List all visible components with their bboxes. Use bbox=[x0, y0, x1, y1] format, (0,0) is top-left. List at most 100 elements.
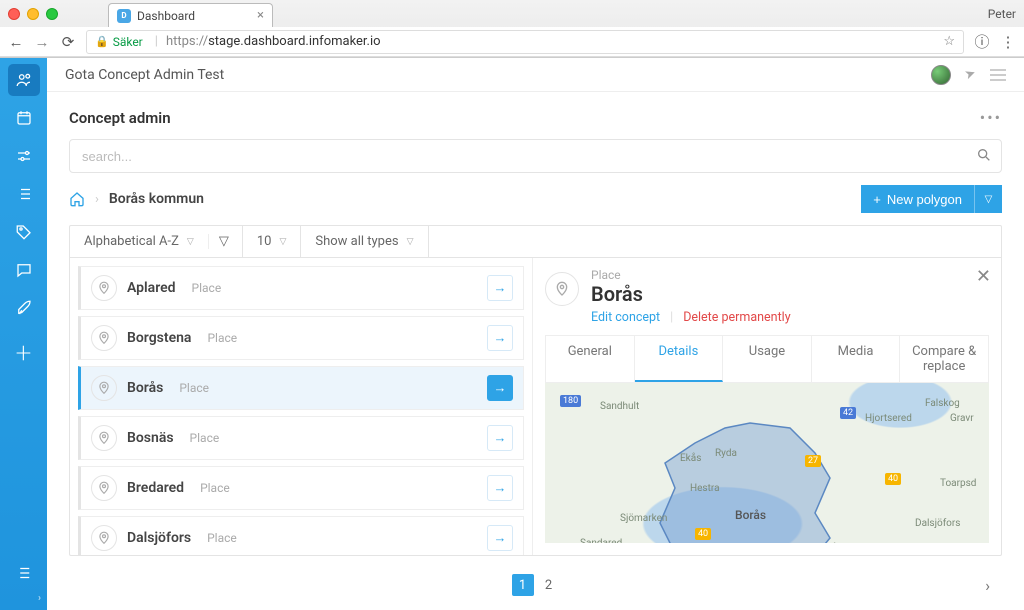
filter-bar: Alphabetical A-Z▽ ▽ 10▽ Show all types▽ bbox=[70, 226, 1001, 258]
detail-title: Borås bbox=[591, 282, 791, 306]
page-button[interactable]: 1 bbox=[512, 574, 534, 596]
list-item[interactable]: Borgstena Place → bbox=[78, 316, 524, 360]
browser-chrome: D Dashboard × Peter ← → ⟳ 🔒 Säker | http… bbox=[0, 0, 1024, 58]
items-list: Aplared Place → Borgstena Place → Borås … bbox=[70, 258, 532, 555]
avatar[interactable] bbox=[931, 65, 951, 85]
sidebar-item-tag[interactable] bbox=[8, 216, 40, 248]
tab-close-icon[interactable]: × bbox=[257, 8, 264, 23]
map-city-label: Borås bbox=[735, 508, 766, 522]
sidebar-item-sliders[interactable] bbox=[8, 140, 40, 172]
chevron-down-icon[interactable]: ▽ bbox=[208, 234, 228, 249]
item-type: Place bbox=[190, 431, 220, 445]
close-window-icon[interactable] bbox=[8, 8, 20, 20]
chevron-down-icon: ▽ bbox=[187, 237, 194, 247]
map-label: Gravr bbox=[950, 413, 974, 424]
map-label: Ekås bbox=[680, 453, 701, 464]
sidebar-item-rocket[interactable] bbox=[8, 292, 40, 324]
star-icon[interactable]: ☆ bbox=[943, 34, 955, 49]
list-item[interactable]: Bredared Place → bbox=[78, 466, 524, 510]
edit-concept-link[interactable]: Edit concept bbox=[591, 310, 660, 325]
send-icon[interactable]: ➤ bbox=[963, 66, 978, 84]
list-item[interactable]: Dalsjöfors Place → bbox=[78, 516, 524, 555]
search-input[interactable] bbox=[69, 139, 1002, 173]
map-label: Sandhult bbox=[600, 401, 639, 412]
map-label: Dalsjöfors bbox=[915, 518, 960, 529]
item-type: Place bbox=[200, 481, 230, 495]
sidebar-add-button[interactable]: + bbox=[8, 336, 40, 368]
item-name: Bredared bbox=[127, 480, 184, 496]
secure-label: Säker bbox=[113, 35, 143, 49]
filter-page-size[interactable]: 10▽ bbox=[243, 226, 302, 257]
page-button[interactable]: 2 bbox=[538, 574, 560, 596]
place-icon bbox=[91, 425, 117, 451]
minimize-window-icon[interactable] bbox=[27, 8, 39, 20]
app-sidebar: + › bbox=[0, 58, 47, 610]
back-button[interactable]: ← bbox=[8, 33, 24, 51]
item-name: Bosnäs bbox=[127, 430, 174, 446]
map-view[interactable]: Borås SandhultEkåsRydaHestraSjömarkenSan… bbox=[545, 383, 989, 543]
item-name: Dalsjöfors bbox=[127, 530, 191, 546]
info-button[interactable]: ⓘ bbox=[974, 31, 990, 52]
tab-details[interactable]: Details bbox=[635, 336, 724, 382]
item-name: Borås bbox=[127, 380, 163, 396]
maximize-window-icon[interactable] bbox=[46, 8, 58, 20]
place-icon bbox=[91, 325, 117, 351]
sidebar-item-chat[interactable] bbox=[8, 254, 40, 286]
app-menu-button[interactable] bbox=[990, 69, 1006, 81]
tab-compare-replace[interactable]: Compare & replace bbox=[900, 336, 988, 382]
next-page-button[interactable]: › bbox=[985, 576, 990, 595]
browser-tab[interactable]: D Dashboard × bbox=[108, 3, 273, 27]
window-controls[interactable] bbox=[8, 8, 58, 20]
item-type: Place bbox=[207, 331, 237, 345]
open-item-button[interactable]: → bbox=[487, 375, 513, 401]
more-button[interactable]: ••• bbox=[980, 108, 1002, 127]
breadcrumb-home-icon[interactable] bbox=[69, 191, 85, 207]
sidebar-item-list2[interactable] bbox=[8, 557, 40, 589]
new-polygon-dropdown[interactable]: ▽ bbox=[974, 185, 1002, 213]
open-item-button[interactable]: → bbox=[487, 525, 513, 551]
list-item[interactable]: Borås Place → bbox=[78, 366, 524, 410]
browser-profile[interactable]: Peter bbox=[988, 7, 1016, 21]
close-icon[interactable]: ✕ bbox=[976, 266, 991, 287]
sidebar-item-list[interactable] bbox=[8, 178, 40, 210]
filter-type[interactable]: Show all types▽ bbox=[301, 226, 428, 257]
map-road-marker: 27 bbox=[805, 455, 821, 467]
sidebar-expand-icon[interactable]: › bbox=[0, 593, 47, 604]
list-item[interactable]: Bosnäs Place → bbox=[78, 416, 524, 460]
map-road-marker: 40 bbox=[885, 473, 901, 485]
app-title: Gota Concept Admin Test bbox=[65, 67, 224, 83]
tab-usage[interactable]: Usage bbox=[723, 336, 812, 382]
open-item-button[interactable]: → bbox=[487, 325, 513, 351]
list-item[interactable]: Aplared Place → bbox=[78, 266, 524, 310]
tab-general[interactable]: General bbox=[546, 336, 635, 382]
chevron-down-icon: ▽ bbox=[279, 237, 286, 247]
url-bar[interactable]: 🔒 Säker | https://stage.dashboard.infoma… bbox=[86, 30, 964, 54]
item-type: Place bbox=[192, 281, 222, 295]
chevron-down-icon: ▽ bbox=[407, 237, 414, 247]
map-label: Falskog bbox=[925, 398, 960, 409]
detail-panel: ✕ Place Borås Edit concept | bbox=[532, 258, 1001, 555]
lock-icon: 🔒 bbox=[95, 35, 109, 48]
sidebar-item-people[interactable] bbox=[8, 64, 40, 96]
reload-button[interactable]: ⟳ bbox=[60, 33, 76, 51]
url-text: https://stage.dashboard.infomaker.io bbox=[166, 34, 381, 49]
forward-button[interactable]: → bbox=[34, 33, 50, 51]
new-polygon-button[interactable]: + New polygon bbox=[861, 185, 974, 213]
item-name: Aplared bbox=[127, 280, 176, 296]
pagination: 12 › bbox=[69, 568, 1002, 602]
place-icon bbox=[545, 272, 579, 306]
menu-button[interactable]: ⋮ bbox=[1000, 33, 1016, 51]
open-item-button[interactable]: → bbox=[487, 475, 513, 501]
map-label: Hjortsered bbox=[865, 413, 912, 424]
map-label: Ryda bbox=[715, 448, 737, 459]
open-item-button[interactable]: → bbox=[487, 425, 513, 451]
tab-media[interactable]: Media bbox=[812, 336, 901, 382]
map-label: Sjömarken bbox=[620, 513, 667, 524]
delete-permanently-link[interactable]: Delete permanently bbox=[683, 310, 790, 325]
filter-sort[interactable]: Alphabetical A-Z▽ ▽ bbox=[70, 226, 243, 257]
breadcrumb-separator: › bbox=[95, 192, 99, 207]
open-item-button[interactable]: → bbox=[487, 275, 513, 301]
search-icon[interactable] bbox=[976, 147, 992, 167]
item-type: Place bbox=[179, 381, 209, 395]
sidebar-item-calendar[interactable] bbox=[8, 102, 40, 134]
